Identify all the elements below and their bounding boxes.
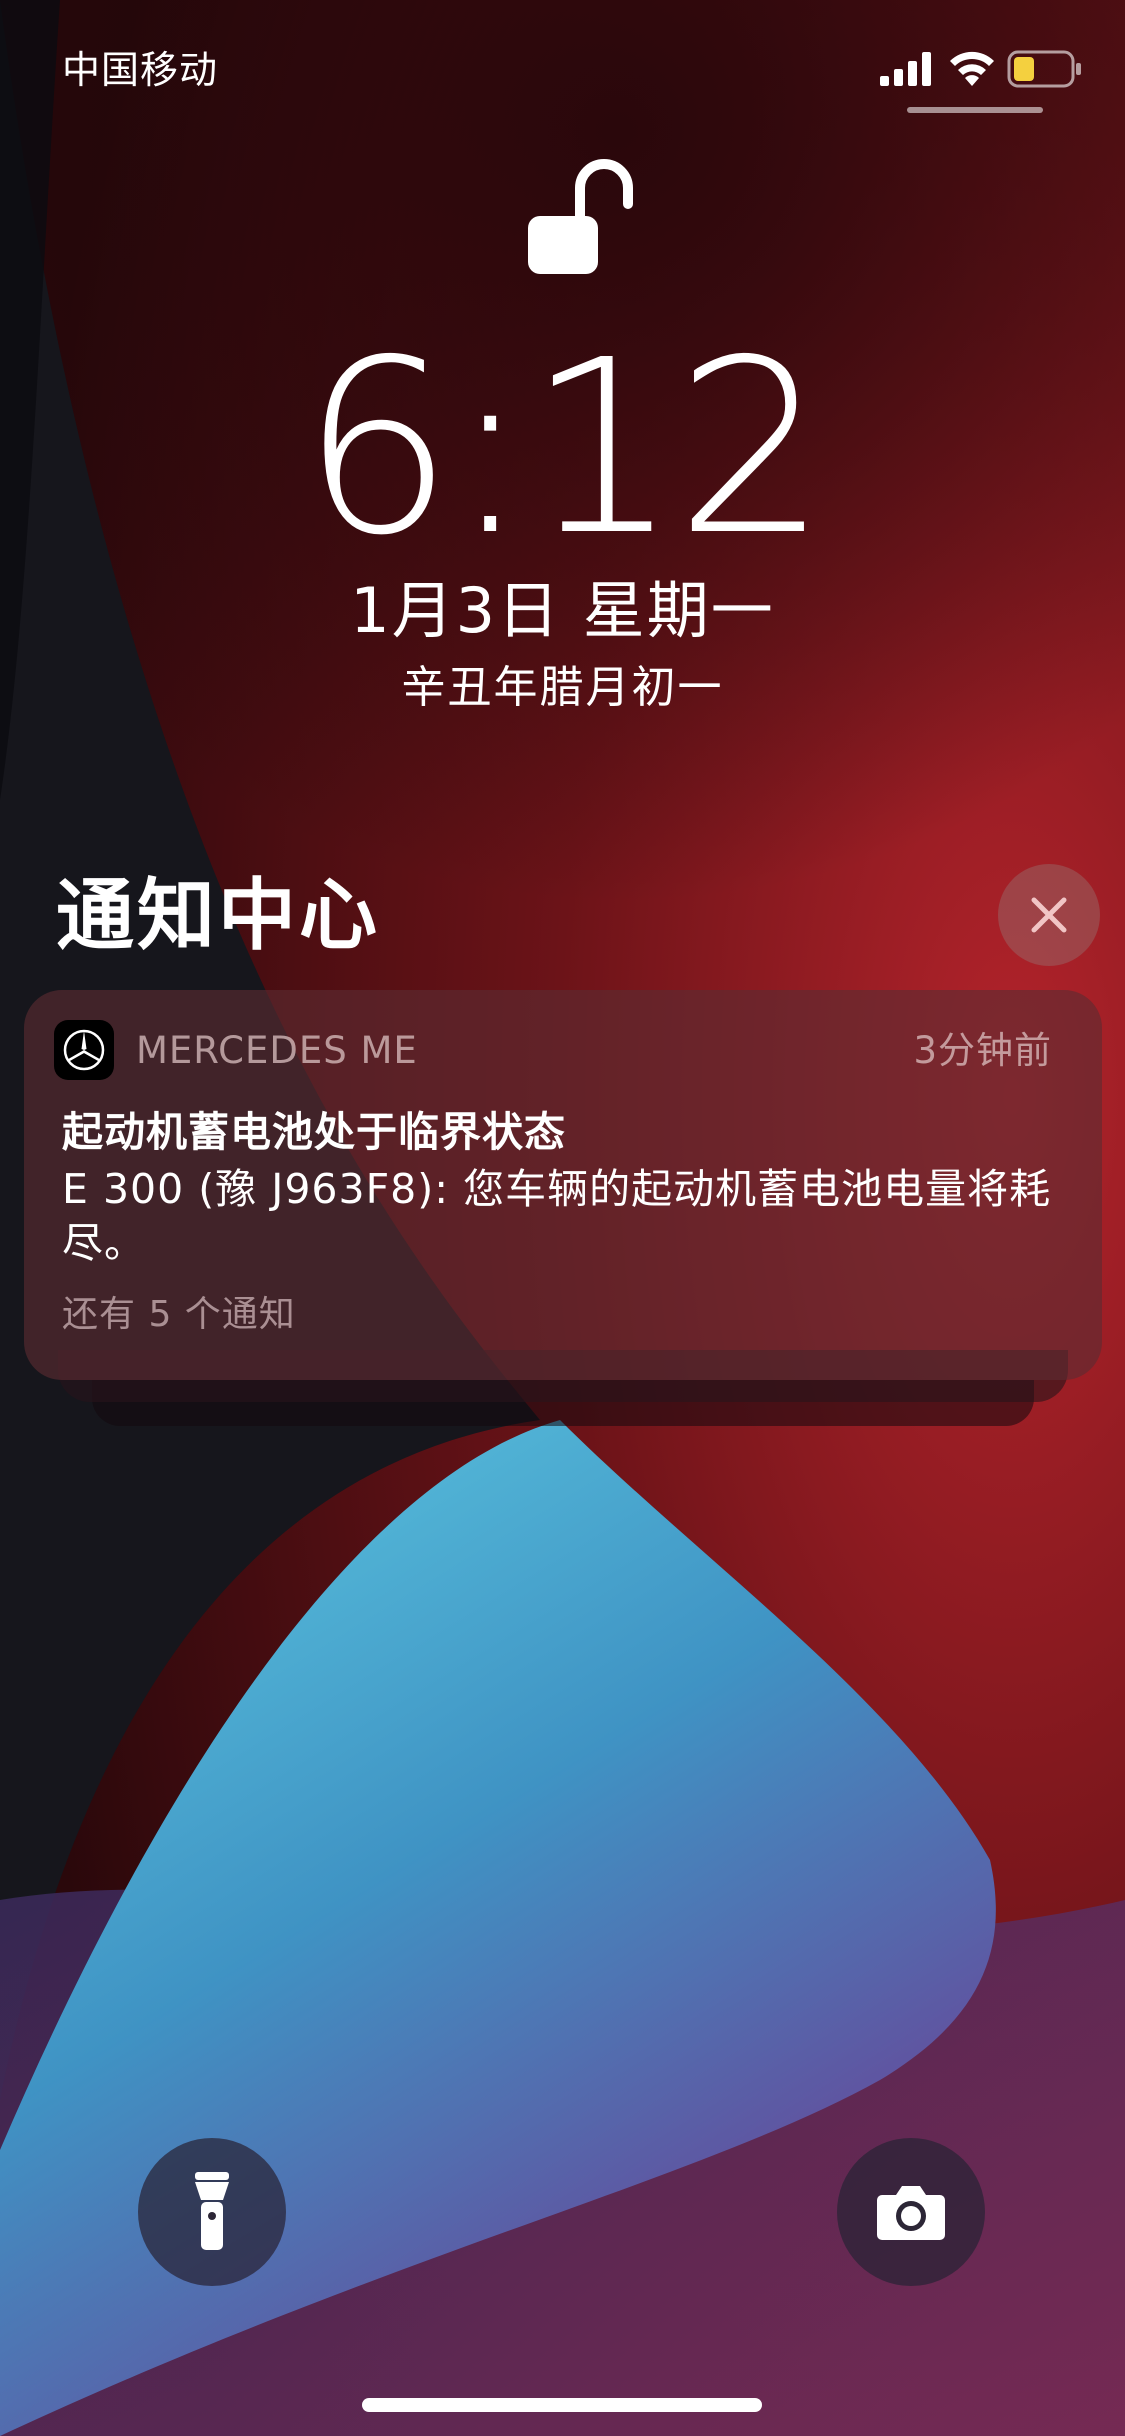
lock-screen-time: 6:12 [301,308,828,588]
battery-icon [1007,50,1081,88]
notification-body: E 300 (豫 J963F8): 您车辆的起动机蓄电池电量将耗尽。 [62,1165,1052,1267]
mercedes-app-icon [54,1020,114,1080]
notification-title: 起动机蓄电池处于临界状态 [62,1108,566,1156]
wifi-icon [950,51,994,86]
control-center-indicator[interactable] [907,107,1043,113]
mercedes-star-icon [63,1029,105,1071]
notification-center-title: 通知中心 [56,871,381,961]
lunar-date: 辛丑年腊月初一 [401,662,724,713]
carrier-name: 中国移动 [62,48,219,92]
close-icon [1031,897,1067,933]
clear-notifications-button[interactable] [998,864,1100,966]
camera-icon [877,2186,945,2240]
unlock-icon [528,159,633,274]
lock-screen-date: 1月3日 星期一 [350,574,775,647]
camera-button[interactable] [837,2138,985,2286]
notification-time: 3分钟前 [913,1029,1052,1072]
flashlight-icon [195,2172,229,2250]
notification-app-name: MERCEDES ME [136,1029,418,1072]
cellular-signal-icon [880,52,931,86]
more-notifications-count: 还有 5 个通知 [62,1294,296,1335]
home-indicator[interactable] [362,2398,762,2412]
flashlight-button[interactable] [138,2138,286,2286]
